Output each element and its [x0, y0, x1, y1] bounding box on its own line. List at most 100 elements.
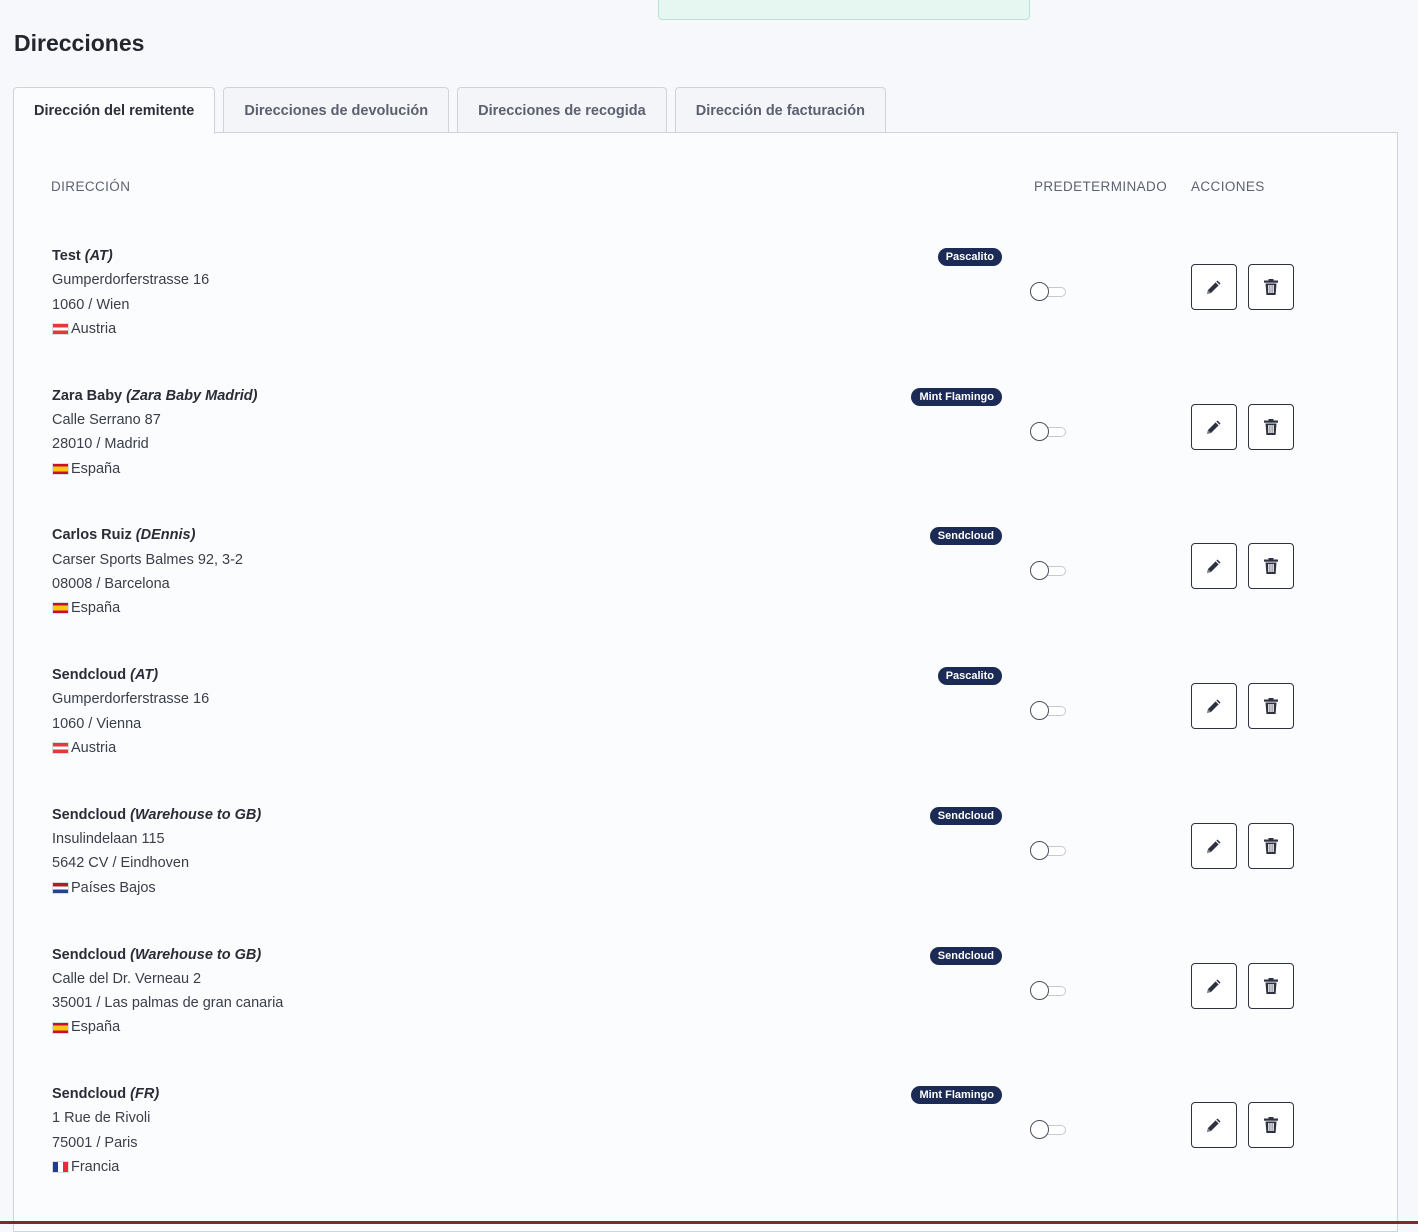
- address-street: 1 Rue de Rivoli: [52, 1110, 151, 1127]
- default-toggle[interactable]: [1030, 980, 1068, 1001]
- country-flag-icon: [52, 881, 69, 894]
- carrier-badge: Pascalito: [937, 248, 1002, 266]
- address-alias: (Warehouse to GB): [130, 806, 262, 823]
- country-flag-icon: [52, 1021, 69, 1034]
- default-toggle[interactable]: [1030, 840, 1068, 861]
- address-alias: (Zara Baby Madrid): [126, 387, 258, 404]
- toggle-knob: [1030, 1120, 1049, 1140]
- edit-button[interactable]: [1191, 683, 1237, 730]
- address-country: Austria: [71, 320, 117, 337]
- address-row: Carlos Ruiz (DEnnis) Carser Sports Balme…: [14, 523, 1384, 663]
- country-flag-icon: [52, 602, 69, 615]
- address-alias: (Warehouse to GB): [130, 946, 262, 963]
- address-row: Sendcloud (Warehouse to GB) Calle del Dr…: [14, 943, 1384, 1083]
- trash-icon: [1264, 279, 1278, 295]
- carrier-badge: Sendcloud: [929, 527, 1002, 546]
- default-toggle[interactable]: [1030, 1120, 1068, 1140]
- toggle-knob: [1030, 701, 1049, 721]
- edit-button[interactable]: [1191, 1102, 1237, 1149]
- pencil-icon: [1207, 979, 1221, 993]
- address-row: Zara Baby (Zara Baby Madrid) Calle Serra…: [14, 384, 1384, 524]
- edit-button[interactable]: [1191, 264, 1237, 310]
- address-block: Test (AT) Gumperdorferstrasse 16 1060 / …: [52, 244, 209, 341]
- column-header-default: PREDETERMINADO: [1034, 179, 1168, 194]
- page-title: Direcciones: [14, 30, 145, 56]
- address-tabs: Dirección del remitente Direcciones de d…: [13, 87, 886, 134]
- default-toggle[interactable]: [1030, 282, 1068, 302]
- address-name: Test: [52, 248, 81, 264]
- delete-button[interactable]: [1248, 1102, 1294, 1149]
- toggle-knob: [1030, 421, 1049, 441]
- tab-return-addresses[interactable]: Direcciones de devolución: [223, 87, 450, 133]
- trash-icon: [1264, 698, 1278, 715]
- trash-icon: [1264, 558, 1278, 575]
- address-country: Francia: [71, 1159, 120, 1176]
- address-country: España: [71, 460, 121, 477]
- address-name: Zara Baby: [52, 387, 123, 404]
- address-alias: (FR): [130, 1086, 160, 1103]
- delete-button[interactable]: [1248, 264, 1294, 310]
- delete-button[interactable]: [1248, 543, 1294, 590]
- country-flag-icon: [52, 742, 69, 755]
- address-country-line: España: [52, 457, 258, 481]
- address-street: Gumperdorferstrasse 16: [52, 272, 210, 289]
- pencil-icon: [1207, 280, 1221, 294]
- address-block: Sendcloud (Warehouse to GB) Insulindelaa…: [52, 803, 261, 900]
- address-title-line: Sendcloud (AT): [52, 663, 209, 687]
- address-title-line: Carlos Ruiz (DEnnis): [52, 523, 243, 547]
- address-city: 35001 / Las palmas de gran canaria: [52, 995, 284, 1012]
- address-city: 08008 / Barcelona: [52, 575, 170, 592]
- edit-button[interactable]: [1191, 962, 1237, 1009]
- country-flag-icon: [52, 323, 69, 336]
- trash-icon: [1264, 418, 1278, 435]
- default-toggle[interactable]: [1030, 701, 1068, 721]
- delete-button[interactable]: [1248, 962, 1294, 1009]
- pencil-icon: [1207, 699, 1221, 714]
- tab-billing-address[interactable]: Dirección de facturación: [674, 87, 886, 133]
- toggle-knob: [1030, 980, 1049, 1000]
- carrier-badge: Sendcloud: [929, 946, 1002, 965]
- delete-button[interactable]: [1248, 822, 1294, 869]
- address-city: 1060 / Wien: [52, 296, 130, 313]
- address-country: España: [71, 1019, 121, 1036]
- address-name: Carlos Ruiz: [52, 527, 132, 544]
- tab-pickup-addresses[interactable]: Direcciones de recogida: [457, 87, 667, 133]
- pencil-icon: [1207, 1118, 1221, 1133]
- address-name: Sendcloud: [52, 946, 127, 963]
- address-city: 1060 / Vienna: [52, 715, 142, 732]
- tab-sender-address[interactable]: Dirección del remitente: [13, 87, 216, 134]
- delete-button[interactable]: [1248, 403, 1294, 450]
- default-toggle[interactable]: [1030, 421, 1068, 442]
- address-alias: (DEnnis): [135, 527, 196, 544]
- edit-button[interactable]: [1191, 403, 1237, 450]
- address-name: Sendcloud: [52, 667, 127, 684]
- carrier-badge: Pascalito: [937, 667, 1002, 686]
- trash-icon: [1264, 1117, 1278, 1134]
- address-name: Sendcloud: [52, 806, 127, 823]
- address-city: 75001 / Paris: [52, 1134, 138, 1151]
- address-row: Sendcloud (Warehouse to GB) Insulindelaa…: [14, 803, 1384, 943]
- default-toggle[interactable]: [1030, 561, 1068, 581]
- address-country-line: España: [52, 1015, 283, 1039]
- address-block: Carlos Ruiz (DEnnis) Carser Sports Balme…: [52, 523, 243, 620]
- edit-button[interactable]: [1191, 543, 1237, 590]
- delete-button[interactable]: [1248, 683, 1294, 730]
- address-title-line: Test (AT): [52, 244, 209, 268]
- address-block: Sendcloud (Warehouse to GB) Calle del Dr…: [52, 943, 283, 1040]
- address-alias: (AT): [130, 667, 159, 684]
- address-city: 28010 / Madrid: [52, 436, 149, 453]
- address-country-line: España: [52, 596, 243, 620]
- edit-button[interactable]: [1191, 822, 1237, 869]
- address-country-line: Austria: [52, 317, 209, 341]
- pencil-icon: [1207, 839, 1221, 853]
- address-country: España: [71, 600, 121, 617]
- address-block: Sendcloud (FR) 1 Rue de Rivoli 75001 / P…: [52, 1082, 159, 1179]
- address-block: Zara Baby (Zara Baby Madrid) Calle Serra…: [52, 384, 258, 481]
- pencil-icon: [1207, 420, 1221, 434]
- trash-icon: [1264, 977, 1278, 994]
- toggle-knob: [1030, 282, 1049, 301]
- column-header-address: DIRECCIÓN: [51, 179, 131, 194]
- address-title-line: Zara Baby (Zara Baby Madrid): [52, 384, 258, 408]
- carrier-badge: Mint Flamingo: [911, 1086, 1002, 1105]
- address-block: Sendcloud (AT) Gumperdorferstrasse 16 10…: [52, 663, 209, 760]
